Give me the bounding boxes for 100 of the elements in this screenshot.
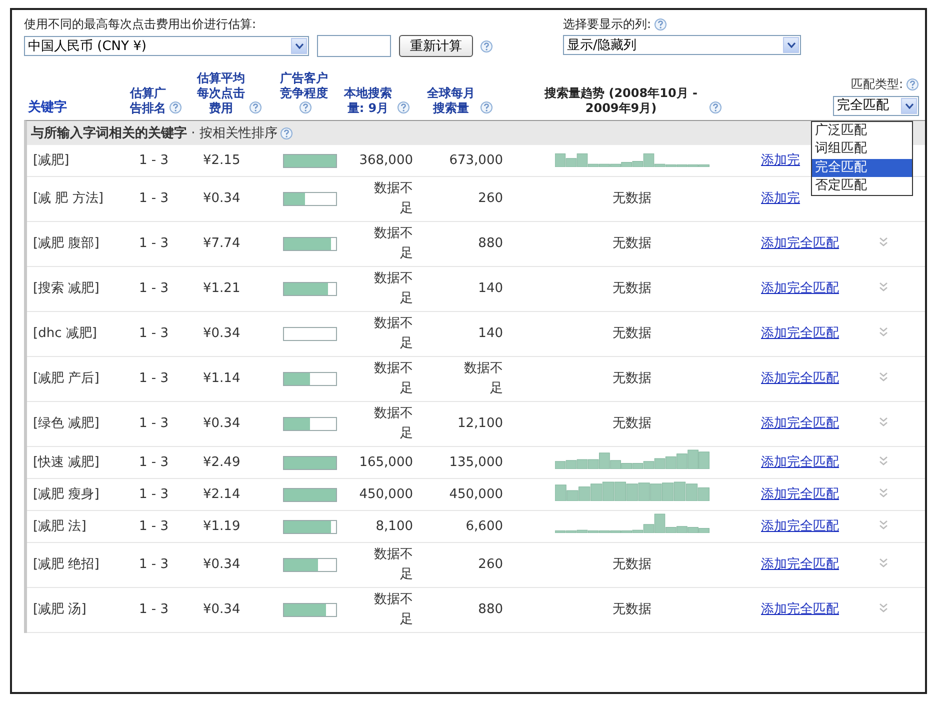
rank-cell-text: 1 - 3 (138, 325, 170, 343)
rank-cell-text: 1 - 3 (138, 370, 170, 388)
chevron-icon[interactable] (879, 417, 888, 427)
rank-cell-text: 1 - 3 (138, 518, 170, 536)
local-volume-cell-text: 数据不足 (373, 405, 414, 443)
cpc-cell-text: ¥2.49 (202, 454, 242, 472)
keyword-cell-text: [搜索 减肥] (32, 280, 100, 298)
currency-select[interactable]: 中国人民币 (CNY ¥) (24, 36, 309, 56)
trend-cell-text: 无数据 (612, 415, 652, 433)
cpc-cell-text: ¥0.34 (202, 190, 242, 208)
add-exact-match-link[interactable]: 添加完全匹配 (757, 482, 843, 506)
help-icon[interactable] (397, 101, 410, 114)
add-exact-match-link[interactable]: 添加完 (757, 148, 804, 172)
trend-cell-text: 无数据 (612, 190, 652, 208)
trend-cell-text: 无数据 (612, 556, 652, 574)
caret-icon[interactable] (294, 43, 304, 49)
global-volume-cell-text: 880 (477, 235, 504, 253)
cpc-cell-text: ¥0.34 (202, 325, 242, 343)
add-exact-match-link[interactable]: 添加完全匹配 (757, 412, 843, 436)
local-volume-cell-text: 368,000 (358, 152, 414, 170)
chevron-icon[interactable] (879, 520, 888, 530)
add-exact-match-link[interactable]: 添加完全匹配 (757, 232, 843, 256)
local-volume-cell-text: 数据不足 (373, 315, 414, 353)
local-volume-cell-text: 165,000 (358, 454, 414, 472)
cpc-cell-text: ¥1.21 (202, 280, 242, 298)
menu-option[interactable]: 词组匹配 (812, 140, 912, 158)
chevron-icon[interactable] (879, 372, 888, 382)
keyword-cell-text: [减肥 绝招] (32, 556, 100, 574)
keyword-cell-text: [减肥 产后] (32, 370, 100, 388)
help-icon[interactable] (480, 101, 493, 114)
chevron-icon[interactable] (879, 282, 888, 292)
column-header: 匹配类型: (850, 77, 903, 92)
menu-option[interactable]: 否定匹配 (812, 176, 912, 195)
cpc-cell-text: ¥0.34 (202, 556, 242, 574)
cpc-cell-text: ¥2.14 (202, 486, 242, 504)
recalculate-button[interactable]: 重新计算 (399, 35, 473, 57)
trend-cell-text: 无数据 (612, 280, 652, 298)
chevron-icon[interactable] (879, 558, 888, 568)
bid-label: 使用不同的最高每次点击费用出价进行估算: (24, 16, 258, 33)
global-volume-cell-text: 140 (477, 280, 504, 298)
add-exact-match-link[interactable]: 添加完全匹配 (757, 450, 843, 474)
global-volume-cell-text: 880 (477, 601, 504, 619)
add-exact-match-link[interactable]: 添加完全匹配 (757, 553, 843, 577)
help-icon[interactable] (480, 40, 493, 52)
caret-icon[interactable] (904, 103, 914, 109)
global-volume-cell-text: 140 (477, 325, 504, 343)
help-icon[interactable] (654, 18, 668, 31)
column-header: 本地搜索量: 9月 (342, 86, 393, 116)
help-icon[interactable] (169, 101, 182, 114)
local-volume-cell-text: 数据不足 (373, 270, 414, 308)
cpc-cell-text: ¥2.15 (202, 152, 242, 170)
global-volume-cell-text: 6,600 (464, 518, 504, 536)
add-exact-match-link[interactable]: 添加完全匹配 (757, 514, 843, 538)
keyword-cell-text: [减肥 法] (32, 518, 88, 536)
help-icon[interactable] (280, 126, 294, 140)
bid-input[interactable] (317, 35, 391, 57)
columns-select[interactable]: 显示/隐藏列 (563, 35, 801, 55)
cpc-cell-text: ¥0.34 (202, 601, 242, 619)
menu-option[interactable]: 广泛匹配 (812, 122, 912, 140)
local-volume-cell-text: 数据不足 (373, 360, 414, 398)
rank-cell-text: 1 - 3 (138, 235, 170, 253)
keyword-cell-text: [减肥 腹部] (32, 235, 100, 253)
chevron-icon[interactable] (879, 603, 888, 613)
global-volume-cell-text: 260 (477, 556, 504, 574)
caret-icon[interactable] (786, 42, 796, 48)
cpc-cell-text: ¥7.74 (202, 235, 242, 253)
column-header: 搜索量趋势 (2008年10月 - 2009年9月) (543, 86, 698, 116)
global-volume-cell-text: 135,000 (448, 454, 504, 472)
local-volume-cell-text: 数据不足 (373, 225, 414, 263)
chevron-icon[interactable] (879, 456, 888, 466)
add-exact-match-link[interactable]: 添加完 (757, 187, 804, 211)
chevron-icon[interactable] (879, 237, 888, 247)
local-volume-cell-text: 8,100 (374, 518, 414, 536)
help-icon[interactable] (249, 101, 262, 114)
keyword-cell-text: [减肥 瘦身] (32, 486, 100, 504)
add-exact-match-link[interactable]: 添加完全匹配 (757, 367, 843, 391)
column-header[interactable]: 关键字 (28, 100, 67, 116)
rank-cell-text: 1 - 3 (138, 601, 170, 619)
help-icon[interactable] (709, 101, 722, 114)
rank-cell-text: 1 - 3 (138, 152, 170, 170)
global-volume-cell-text: 260 (477, 190, 504, 208)
add-exact-match-link[interactable]: 添加完全匹配 (757, 598, 843, 622)
local-volume-cell-text: 数据不足 (373, 591, 414, 629)
match-type-select[interactable]: 完全匹配 (833, 96, 919, 116)
help-icon[interactable] (299, 101, 312, 114)
chevron-icon[interactable] (879, 488, 888, 498)
local-volume-cell-text: 450,000 (358, 486, 414, 504)
keyword-cell-text: [快速 减肥] (32, 454, 100, 472)
add-exact-match-link[interactable]: 添加完全匹配 (757, 322, 843, 346)
help-icon[interactable] (906, 78, 919, 91)
menu-option[interactable]: 完全匹配 (812, 158, 912, 177)
rank-cell-text: 1 - 3 (138, 190, 170, 208)
global-volume-cell-text: 673,000 (448, 152, 504, 170)
column-header: 广告客户竞争程度 (279, 71, 329, 101)
trend-cell-text: 无数据 (612, 370, 652, 388)
column-header: 全球每月搜索量 (426, 86, 476, 116)
column-header: 估算广告排名 (130, 86, 166, 116)
rank-cell-text: 1 - 3 (138, 556, 170, 574)
chevron-icon[interactable] (879, 327, 888, 337)
add-exact-match-link[interactable]: 添加完全匹配 (757, 277, 843, 301)
